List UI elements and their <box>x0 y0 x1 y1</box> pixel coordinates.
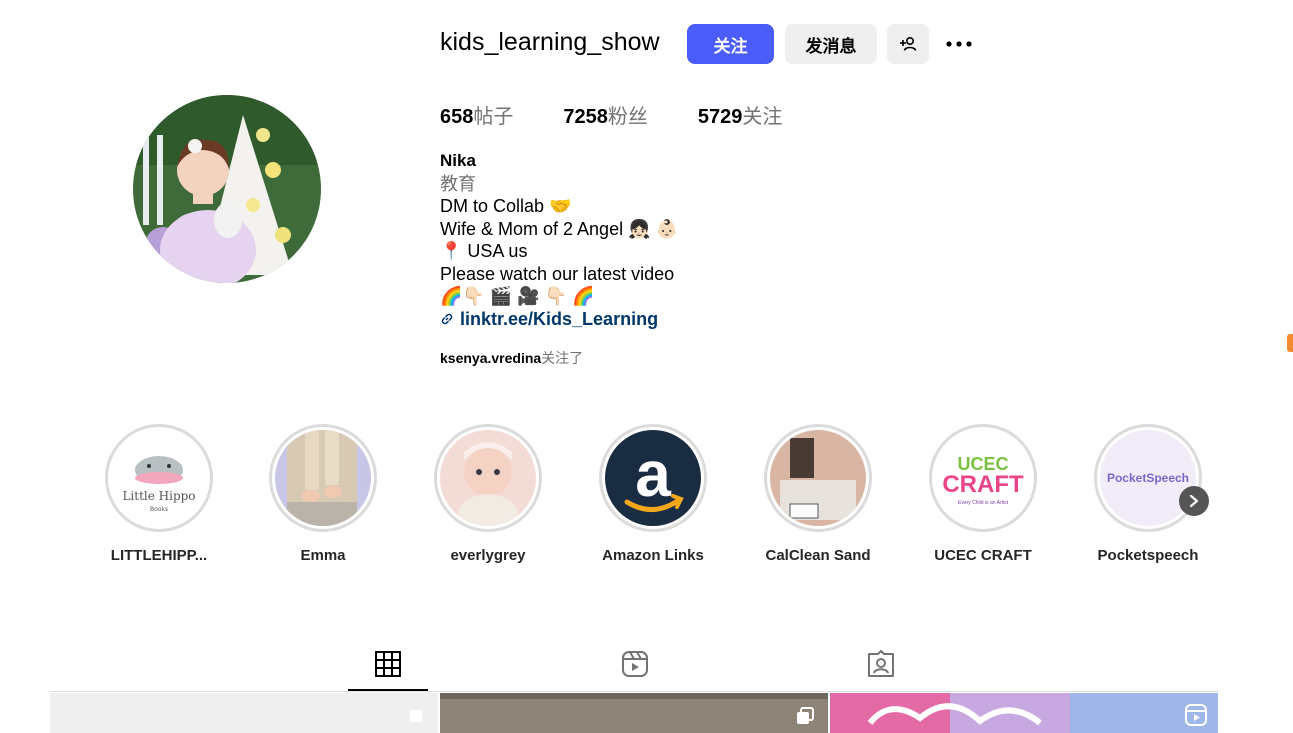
post-image <box>830 693 1218 733</box>
tagged-icon <box>868 650 894 677</box>
highlight-cover <box>275 430 371 526</box>
following-count: 5729 <box>697 106 743 128</box>
bio-line: DM to Collab 🤝 <box>440 196 572 216</box>
bio-line: 📍 USA us <box>440 241 528 261</box>
amazon-logo-icon: a <box>635 438 671 510</box>
bio-name: Nika <box>440 151 476 170</box>
followers-label: 粉丝 <box>607 106 648 128</box>
highlight-logo-text-2: CRAFT <box>942 471 1024 498</box>
highlight-item[interactable]: CalClean Sand <box>761 424 875 564</box>
bio-link[interactable]: linktr.ee/Kids_Learning <box>440 308 890 331</box>
bio-category: 教育 <box>440 173 476 194</box>
tab-tagged[interactable] <box>867 650 895 678</box>
reels-icon <box>622 651 648 677</box>
carousel-icon <box>410 710 422 722</box>
profile-bio: Nika 教育 DM to Collab 🤝 Wife & Mom of 2 A… <box>440 150 890 330</box>
following-stat[interactable]: 5729关注 <box>698 100 783 129</box>
posts-count: 658 <box>440 106 474 128</box>
chevron-right-icon <box>1189 494 1199 508</box>
highlight-item[interactable]: Little Hippo Books LITTLEHIPP... <box>102 424 216 564</box>
highlight-item[interactable]: everlygrey <box>431 424 545 564</box>
bio-line: 🌈👇🏻 🎬 🎥 👇🏻 🌈 <box>440 286 595 306</box>
post-image <box>440 693 828 733</box>
posts-label: 帖子 <box>473 106 514 128</box>
highlight-label: CalClean Sand <box>765 547 871 564</box>
message-button[interactable]: 发消息 <box>785 24 877 64</box>
highlight-logo-text: PocketSpeech <box>1107 471 1189 485</box>
bio-link-text[interactable]: linktr.ee/Kids_Learning <box>460 309 658 329</box>
highlight-label: everlygrey <box>450 547 526 564</box>
highlight-label: LITTLEHIPP... <box>110 547 208 564</box>
followers-stat[interactable]: 7258粉丝 <box>563 100 648 129</box>
highlight-cover: UCEC CRAFT Every Child is an Artist <box>935 430 1031 526</box>
profile-avatar[interactable] <box>133 95 321 283</box>
carousel-icon <box>797 707 814 724</box>
suggest-users-button[interactable] <box>887 24 929 64</box>
highlight-item[interactable]: a Amazon Links <box>596 424 710 564</box>
active-tab-indicator <box>348 689 428 691</box>
highlight-label: Amazon Links <box>602 547 704 564</box>
add-user-icon <box>900 36 917 51</box>
following-label: 关注 <box>742 106 783 128</box>
highlight-label: UCEC CRAFT <box>934 547 1032 564</box>
highlight-cover <box>440 430 536 526</box>
highlights-next-button[interactable] <box>1179 486 1209 516</box>
post-thumbnail[interactable] <box>830 693 1218 733</box>
highlight-cover <box>770 430 866 526</box>
highlight-cover: a <box>605 430 701 526</box>
highlight-label: Pocketspeech <box>1097 547 1199 564</box>
highlight-cover: Little Hippo Books <box>111 430 207 526</box>
bio-line: Please watch our latest video <box>440 263 675 284</box>
reels-icon <box>1185 704 1207 726</box>
highlight-logo-sub: Every Child is an Artist <box>958 500 1009 506</box>
followed-by-text[interactable]: ksenya.vredina关注了 <box>440 348 583 368</box>
edge-widget[interactable] <box>1287 334 1293 352</box>
post-thumbnail[interactable] <box>440 693 828 733</box>
link-icon <box>441 313 453 324</box>
tabs-divider <box>50 691 1218 692</box>
posts-stat: 658帖子 <box>440 100 513 129</box>
followers-count: 7258 <box>563 106 608 128</box>
highlight-cover: PocketSpeech <box>1100 430 1196 526</box>
highlight-item[interactable]: Emma <box>266 424 380 564</box>
profile-stats: 658帖子 7258粉丝 5729关注 <box>440 100 832 129</box>
grid-icon <box>375 651 401 677</box>
tab-reels[interactable] <box>621 650 649 678</box>
post-thumbnail[interactable] <box>50 693 438 733</box>
profile-username: kids_learning_show <box>440 28 660 56</box>
highlight-item[interactable]: UCEC CRAFT Every Child is an Artist UCEC… <box>926 424 1040 564</box>
followed-by-user: ksenya.vredina <box>440 350 542 366</box>
highlight-label: Emma <box>300 547 346 564</box>
tab-posts[interactable] <box>374 650 402 678</box>
highlight-logo-sub: Books <box>150 506 168 513</box>
follow-button[interactable]: 关注 <box>687 24 774 64</box>
more-icon <box>946 41 972 47</box>
followed-by-suffix: 关注了 <box>541 350 584 366</box>
more-options-button[interactable] <box>944 30 974 58</box>
bio-line: Wife & Mom of 2 Angel 👧🏻 👶🏻 <box>440 218 678 239</box>
highlight-logo-text: Little Hippo <box>122 489 195 503</box>
